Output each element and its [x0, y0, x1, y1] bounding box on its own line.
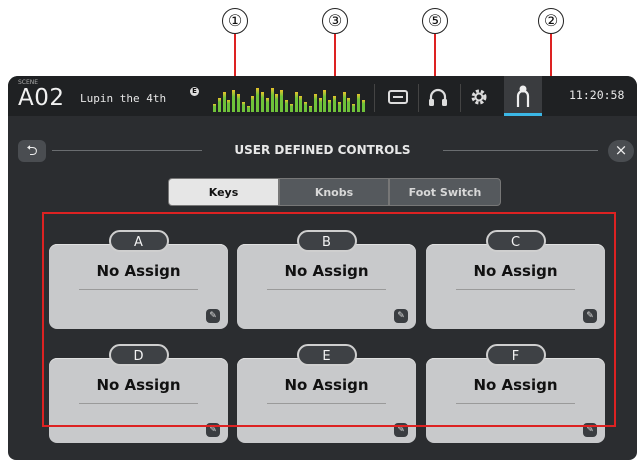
meter-icon[interactable]	[213, 86, 368, 112]
callout-2: ②	[538, 8, 564, 34]
meter-bar	[313, 94, 317, 112]
tab-knobs[interactable]: Knobs	[279, 178, 389, 206]
gear-icon[interactable]	[467, 86, 491, 108]
meter-bar	[232, 90, 236, 112]
meter-bar	[333, 96, 336, 112]
scene-edit-badge: E	[190, 87, 199, 96]
divider	[418, 84, 419, 112]
meter-bar	[328, 100, 332, 112]
tab-foot-switch[interactable]: Foot Switch	[389, 178, 501, 206]
divider	[460, 84, 461, 112]
meter-bar	[361, 100, 365, 112]
meter-bar	[217, 98, 221, 112]
recorder-icon[interactable]	[386, 86, 410, 108]
scene-name[interactable]: Lupin the 4th	[80, 92, 166, 105]
meter-bar	[280, 90, 284, 112]
meter-bar	[246, 106, 250, 112]
user-tab[interactable]	[504, 76, 542, 116]
meter-bar	[304, 102, 308, 112]
divider	[374, 84, 375, 112]
callout-5: ⑤	[422, 8, 448, 34]
meter-bar	[323, 90, 327, 112]
callout-3: ③	[322, 8, 348, 34]
meter-bar	[227, 100, 231, 112]
user-icon	[513, 84, 533, 112]
meter-bar	[256, 88, 260, 112]
top-bar: SCENE A02 Lupin the 4th E 11:20:58	[8, 76, 637, 116]
meter-bar	[237, 94, 240, 112]
meter-bar	[347, 98, 351, 112]
scene-number[interactable]: A02	[18, 85, 65, 111]
meter-bar	[261, 92, 264, 112]
meter-bar	[251, 96, 255, 112]
tab-keys[interactable]: Keys	[168, 178, 279, 206]
title-divider-right	[443, 150, 598, 151]
clock: 11:20:58	[569, 88, 625, 102]
meter-bar	[213, 104, 216, 112]
meter-bar	[299, 96, 303, 112]
meter-bar	[270, 88, 274, 112]
meter-bar	[352, 104, 356, 112]
meter-bar	[318, 98, 322, 112]
callout-1: ①	[222, 8, 248, 34]
meter-bar	[241, 102, 245, 112]
meter-bar	[222, 92, 226, 112]
meter-bar	[275, 94, 279, 112]
meter-bar	[289, 104, 293, 112]
meter-bar	[294, 92, 298, 112]
meter-bar	[285, 100, 288, 112]
headphones-icon[interactable]	[426, 86, 450, 108]
meter-bar	[357, 94, 360, 112]
meter-bar	[342, 92, 346, 112]
close-button[interactable]: ×	[608, 140, 634, 162]
callout-highlight-box	[42, 212, 616, 427]
meter-bar	[309, 106, 312, 112]
meter-bar	[265, 98, 269, 112]
meter-bar	[337, 102, 341, 112]
tab-bar: Keys Knobs Foot Switch	[168, 178, 501, 206]
